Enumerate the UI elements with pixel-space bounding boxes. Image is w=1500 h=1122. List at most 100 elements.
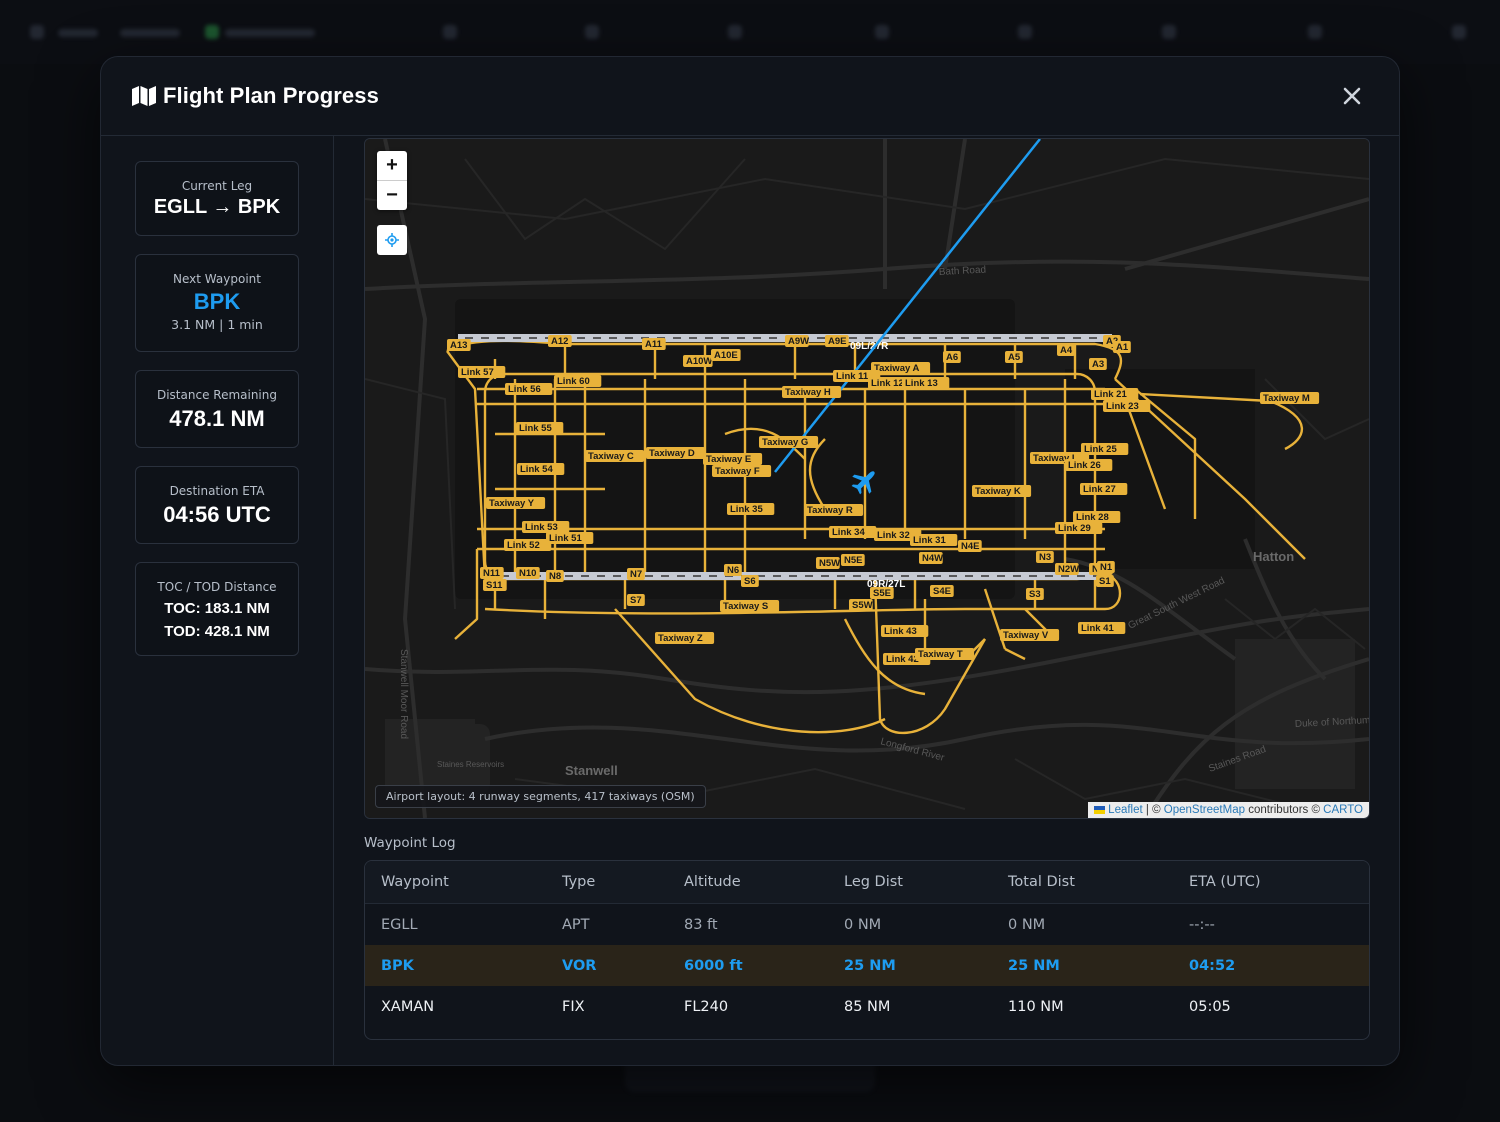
svg-text:Link 12: Link 12 — [871, 378, 904, 389]
taxiway-label: Link 55 — [516, 422, 564, 434]
carto-link[interactable]: CARTO — [1323, 804, 1363, 816]
taxiway-label: Taxiway E — [703, 453, 763, 465]
svg-text:A3: A3 — [1092, 359, 1104, 370]
svg-text:Taxiway G: Taxiway G — [762, 437, 808, 448]
altitude-cell: 83 ft — [684, 916, 718, 933]
place-label-staines-reservoirs: Staines Reservoirs — [437, 760, 504, 769]
svg-text:Link 42: Link 42 — [886, 654, 919, 665]
taxiway-label: Link 21 — [1091, 388, 1139, 400]
svg-text:A13: A13 — [450, 340, 467, 351]
next-waypoint-detail: 3.1 NM | 1 min — [171, 317, 263, 332]
svg-text:Taxiway Z: Taxiway Z — [658, 633, 703, 644]
osm-link[interactable]: OpenStreetMap — [1164, 804, 1245, 816]
taxiway-label: S5E — [870, 587, 894, 599]
svg-text:Link 43: Link 43 — [884, 626, 917, 637]
destination-eta-label: Destination ETA — [169, 484, 265, 498]
close-button[interactable] — [1339, 83, 1365, 109]
locate-button[interactable] — [377, 225, 407, 255]
background-icon — [1018, 25, 1032, 39]
taxiway-label: A10W — [683, 355, 713, 367]
taxiway-label: Link 13 — [902, 377, 950, 389]
taxiway-label: Link 25 — [1081, 443, 1129, 455]
place-label-hatton: Hatton — [1253, 549, 1294, 564]
background-text — [58, 29, 98, 37]
taxiway-label: N11 — [480, 567, 504, 579]
background-icon — [1452, 25, 1466, 39]
flight-plan-modal: Flight Plan Progress Current Leg EGLL → … — [100, 56, 1400, 1066]
column-header: Total Dist — [1008, 874, 1075, 890]
taxiway-label: Link 26 — [1065, 459, 1113, 471]
taxiway-label: Link 29 — [1055, 522, 1103, 534]
waypoint-cell: XAMAN — [381, 998, 435, 1015]
svg-text:N8: N8 — [549, 571, 561, 582]
taxiway-label: A9E — [825, 335, 849, 347]
svg-text:A9E: A9E — [828, 336, 846, 347]
taxiway-label: A9W — [785, 335, 809, 347]
zoom-in-button[interactable]: + — [377, 151, 407, 180]
taxiway-label: S5W — [849, 599, 873, 611]
runway-label-09l: 09L/27R — [850, 341, 889, 352]
background-status-icon — [205, 25, 219, 39]
taxiway-label: Link 60 — [554, 375, 602, 387]
table-row[interactable]: EGLL APT 83 ft 0 NM 0 NM --:-- — [365, 904, 1369, 945]
svg-text:S1: S1 — [1099, 576, 1111, 587]
svg-text:Taxiway Y: Taxiway Y — [489, 498, 535, 509]
toc-tod-card: TOC / TOD Distance TOC: 183.1 NM TOD: 42… — [135, 562, 299, 656]
airport-map[interactable]: Hatton Stanwell Bath Road Staines Reserv… — [364, 138, 1370, 819]
svg-text:S3: S3 — [1029, 589, 1041, 600]
zoom-out-button[interactable]: − — [377, 180, 407, 210]
table-row[interactable]: XAMAN FIX FL240 85 NM 110 NM 05:05 — [365, 986, 1369, 1027]
taxiway-label: N4E — [958, 540, 982, 552]
distance-remaining-card: Distance Remaining 478.1 NM — [135, 370, 299, 448]
taxiway-label: Taxiway Y — [486, 497, 546, 509]
background-text — [225, 29, 315, 37]
leaflet-link[interactable]: Leaflet — [1108, 804, 1143, 816]
taxiway-label: A12 — [548, 335, 572, 347]
taxiway-label: S1 — [1096, 575, 1114, 587]
svg-text:A9W: A9W — [788, 336, 809, 347]
taxiway-label: S7 — [627, 594, 645, 606]
svg-text:N5W: N5W — [819, 558, 840, 569]
background-icon — [1162, 25, 1176, 39]
taxiway-label: A6 — [943, 351, 961, 363]
taxiway-label: S4E — [930, 585, 954, 597]
background-icon — [1308, 25, 1322, 39]
svg-text:S6: S6 — [744, 576, 756, 587]
type-cell: VOR — [562, 957, 597, 974]
svg-text:A11: A11 — [645, 339, 663, 350]
svg-text:Taxiway F: Taxiway F — [715, 466, 760, 477]
map-canvas[interactable]: Hatton Stanwell Bath Road Staines Reserv… — [365, 139, 1369, 818]
column-header: Leg Dist — [844, 874, 903, 890]
svg-text:Taxiway R: Taxiway R — [807, 505, 853, 516]
column-header: Altitude — [684, 874, 741, 890]
taxiway-label: Link 27 — [1080, 483, 1128, 495]
taxiway-label: Taxiway G — [759, 436, 819, 448]
taxiway-label: N1 — [1097, 561, 1115, 573]
progress-sidebar: Current Leg EGLL → BPK Next Waypoint BPK… — [101, 136, 334, 1065]
taxiway-label: Taxiway Z — [655, 632, 715, 644]
leg-dist-cell: 85 NM — [844, 998, 891, 1015]
taxiway-label: Taxiway V — [1000, 629, 1060, 641]
svg-text:Taxiway S: Taxiway S — [723, 601, 768, 612]
taxiway-label: N6 — [724, 564, 742, 576]
ukraine-flag-icon — [1093, 806, 1105, 814]
taxiway-label: Taxiway S — [720, 600, 780, 612]
taxiway-label: Link 54 — [517, 463, 565, 475]
taxiway-label: Taxiway H — [782, 386, 842, 398]
table-row-active[interactable]: BPK VOR 6000 ft 25 NM 25 NM 04:52 — [365, 945, 1369, 986]
taxiway-label: Link 43 — [881, 625, 929, 637]
taxiway-label: Link 52 — [504, 539, 552, 551]
type-cell: FIX — [562, 998, 585, 1015]
svg-text:Link 52: Link 52 — [507, 540, 540, 551]
svg-text:Taxiway D: Taxiway D — [649, 448, 695, 459]
svg-text:Link 57: Link 57 — [461, 367, 494, 378]
background-icon — [728, 25, 742, 39]
svg-text:Taxiway K: Taxiway K — [975, 486, 1021, 497]
svg-text:S5E: S5E — [873, 588, 891, 599]
eta-cell: 05:05 — [1189, 998, 1231, 1015]
svg-text:N6: N6 — [727, 565, 739, 576]
type-cell: APT — [562, 916, 590, 933]
map-attribution: Leaflet | © OpenStreetMap contributors ©… — [1087, 802, 1369, 818]
svg-text:Taxiway A: Taxiway A — [874, 363, 920, 374]
taxiway-label: S11 — [483, 579, 507, 591]
